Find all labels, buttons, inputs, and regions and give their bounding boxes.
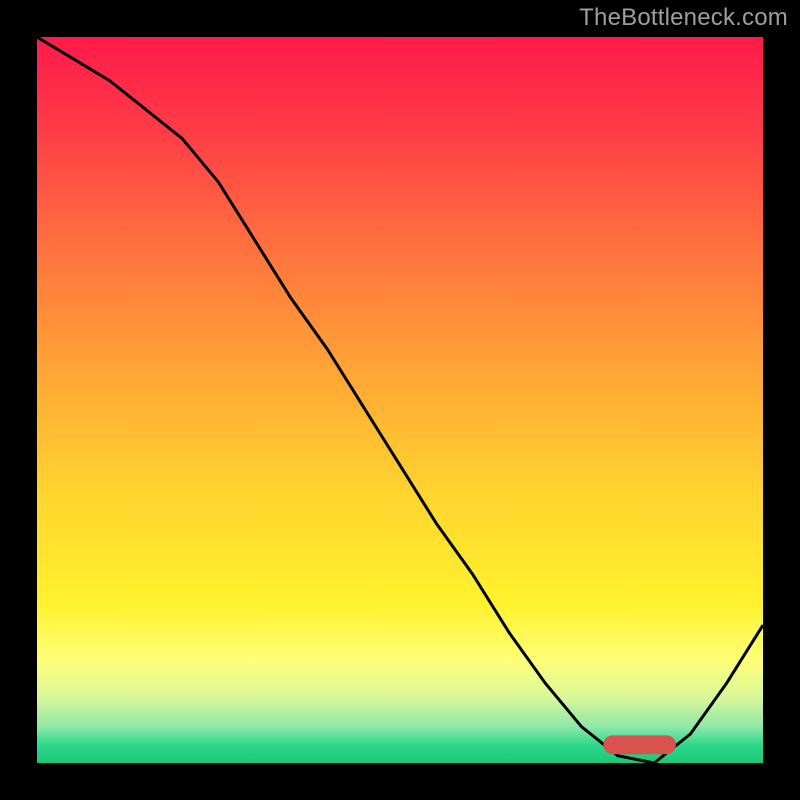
plot-area	[37, 37, 763, 763]
optimal-range-marker	[603, 735, 676, 754]
chart-background	[37, 37, 763, 763]
chart-svg	[37, 37, 763, 763]
chart-stage: TheBottleneck.com	[0, 0, 800, 800]
attribution-label: TheBottleneck.com	[579, 4, 788, 32]
